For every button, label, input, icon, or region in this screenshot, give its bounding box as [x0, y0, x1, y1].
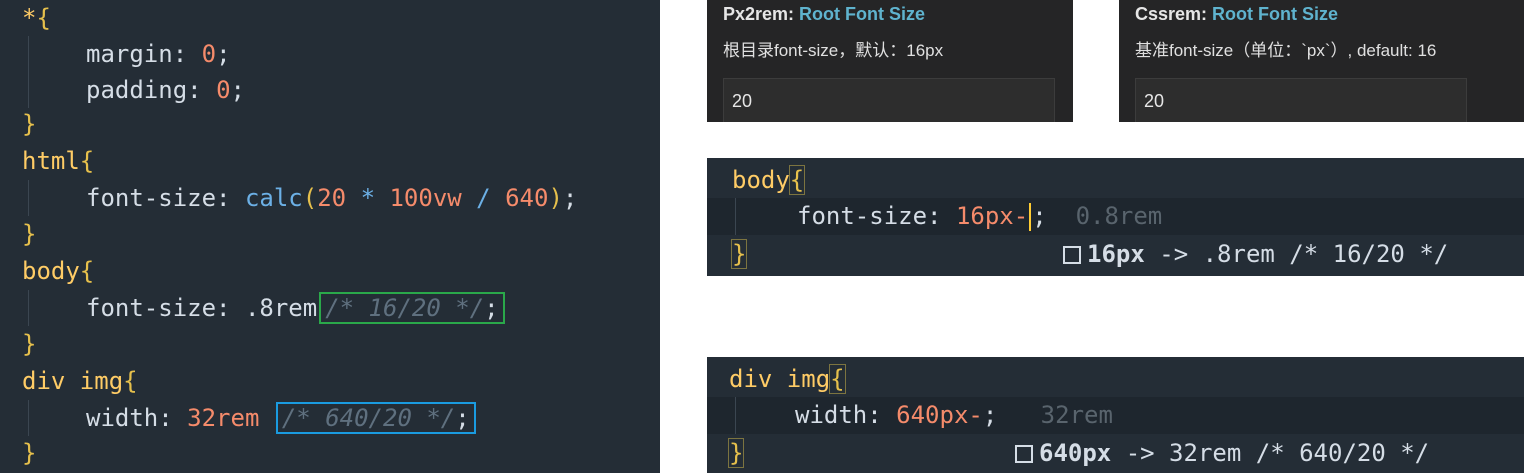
root-font-size-input[interactable]: 20 [723, 78, 1055, 122]
code-line: font-size: 16px-; 0.8rem [797, 202, 1163, 231]
operator: * [360, 184, 376, 212]
close-brace: } [22, 439, 37, 467]
selector: div img [729, 365, 831, 393]
typed-value: 640px- [896, 401, 983, 429]
comment: /* 640/20 */ [281, 404, 456, 432]
setting-description: 基准font-size（单位：`px`）, default: 16 [1135, 41, 1437, 60]
property: width [795, 401, 868, 429]
code-line: } [22, 326, 36, 362]
semicolon: ; [982, 401, 998, 429]
close-brace: } [22, 330, 37, 358]
code-line: margin: 0; [86, 40, 231, 68]
highlight-box-green: /* 16/20 */; [319, 292, 505, 324]
close-brace: } [730, 239, 748, 269]
selector: div img [22, 367, 124, 395]
code-line: body{ [22, 253, 94, 289]
completion-suggestion[interactable]: 640px -> 32rem /* 640/20 */ [1015, 435, 1430, 471]
code-line: body{ [732, 162, 806, 198]
value: 32rem [187, 404, 260, 432]
value: 0 [201, 40, 217, 68]
code-line: } [22, 216, 36, 252]
code-line: } [22, 106, 36, 142]
value: .8rem [244, 294, 318, 322]
code-line: } [22, 435, 36, 471]
text-cursor [1029, 203, 1032, 231]
value: 640 [505, 184, 549, 212]
code-line: width: 32rem /* 640/20 */; [22, 400, 476, 436]
value: 100vw [389, 184, 462, 212]
snippet-icon [1063, 246, 1081, 264]
div-img-snippet-editor[interactable]: div img{ width: 640px-; 32rem } 640px ->… [707, 357, 1524, 473]
code-line: font-size: .8rem/* 16/20 */; [22, 290, 505, 326]
typed-value: 16px- [955, 202, 1029, 230]
open-brace: { [79, 257, 95, 285]
code-line: div img{ [729, 361, 846, 397]
code-line: width: 640px-; 32rem [795, 401, 1113, 429]
code-line: html{ [22, 143, 94, 179]
property: font-size [797, 202, 928, 230]
open-brace: { [123, 367, 138, 395]
setting-title: Cssrem: Root Font Size [1135, 4, 1339, 24]
selector: body [732, 166, 790, 194]
value: 0 [216, 76, 231, 104]
inline-hint: 0.8rem [1075, 202, 1163, 230]
code-line: } [727, 435, 745, 471]
snippet-icon [1015, 445, 1033, 463]
open-brace: { [79, 147, 95, 175]
open-brace: { [788, 165, 806, 195]
code-line: div img{ [22, 363, 138, 399]
code-line: font-size: calc(20 * 100vw / 640); [86, 184, 578, 212]
comment: /* 16/20 */ [325, 294, 485, 322]
value: 20 [317, 184, 347, 212]
property: margin [86, 40, 173, 68]
open-brace: { [36, 4, 51, 32]
property: width [86, 404, 159, 432]
code-line: padding: 0; [86, 76, 245, 104]
highlight-box-blue: /* 640/20 */; [275, 402, 476, 434]
left-code-editor[interactable]: *{ margin: 0; padding: 0; } html{ font-s… [0, 0, 660, 473]
indent-guide [735, 198, 736, 235]
setting-title: Px2rem: Root Font Size [723, 4, 926, 24]
code-line: *{ [22, 0, 51, 36]
operator: / [476, 184, 491, 212]
property: padding [86, 76, 188, 104]
close-brace: } [22, 110, 37, 138]
inline-hint: 32rem [1040, 401, 1113, 429]
root-font-size-input[interactable]: 20 [1135, 78, 1467, 122]
function-name: calc [244, 184, 303, 212]
close-brace: } [22, 220, 37, 248]
property: font-size [86, 184, 217, 212]
cssrem-settings-panel: Cssrem: Root Font Size 基准font-size（单位：`p… [1119, 0, 1524, 122]
open-brace: { [829, 364, 846, 394]
selector: html [22, 147, 80, 175]
px2rem-settings-panel: Px2rem: Root Font Size 根目录font-size，默认：1… [707, 0, 1073, 122]
close-brace: } [727, 438, 745, 468]
property: font-size [86, 294, 217, 322]
indent-guide [735, 397, 736, 434]
completion-suggestion[interactable]: 16px -> .8rem /* 16/20 */ [1063, 236, 1449, 272]
semicolon: ; [1032, 202, 1047, 230]
selector: body [22, 257, 80, 285]
setting-description: 根目录font-size，默认：16px [723, 41, 944, 60]
body-snippet-editor[interactable]: body{ font-size: 16px-; 0.8rem } 16px ->… [707, 158, 1524, 276]
code-line: } [730, 236, 748, 272]
selector: * [22, 4, 37, 32]
